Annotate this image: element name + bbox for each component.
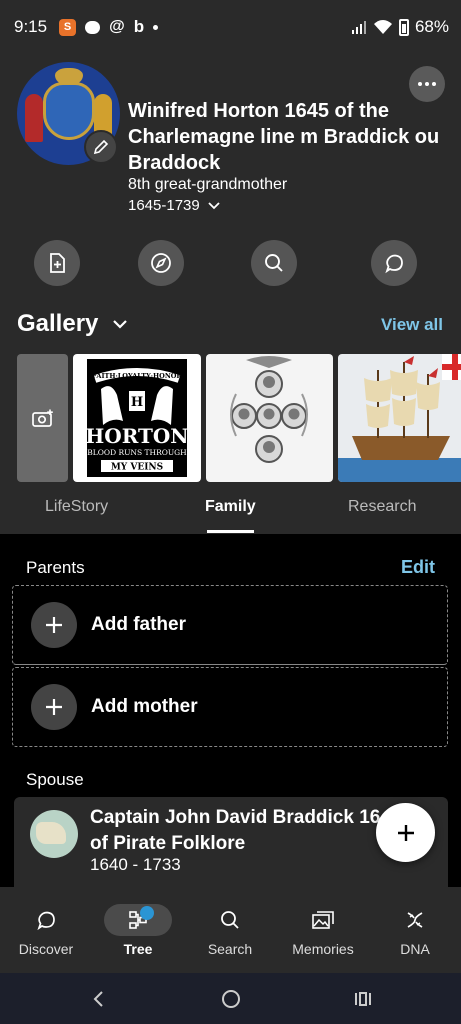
gallery-photo-portraits[interactable] (206, 354, 333, 482)
chat-notification-icon (85, 20, 101, 34)
add-mother-label: Add mother (91, 696, 198, 717)
spouse-heading: Spouse (26, 770, 84, 789)
nav-search-label: Search (207, 941, 253, 957)
status-bar: 9:15 S @ b 68% (0, 0, 461, 54)
profile-tabs: LifeStory Family Research (0, 494, 461, 534)
bing-notification-icon: b (133, 17, 145, 36)
search-records-button[interactable] (251, 240, 297, 286)
add-record-button[interactable] (34, 240, 80, 286)
horton-tagline-1: BLOOD RUNS THROUGH (87, 448, 187, 457)
tab-family[interactable]: Family (205, 498, 256, 516)
dot-icon (432, 82, 436, 86)
ship-image (338, 354, 461, 482)
gallery-photo-ship[interactable] (338, 354, 461, 482)
discover-icon (37, 911, 55, 931)
spouse-avatar (30, 810, 78, 858)
add-document-icon (50, 253, 65, 273)
system-home-button[interactable] (216, 987, 246, 1011)
nav-dna-label: DNA (400, 941, 430, 957)
comment-icon (385, 254, 403, 274)
home-circle-icon (222, 990, 240, 1008)
plus-icon (397, 824, 414, 841)
gallery-strip[interactable]: FAITH·LOYALTY·HONOR H HORTON BLOOD RUNS … (17, 354, 461, 482)
search-icon (221, 911, 239, 929)
system-recents-button[interactable] (348, 987, 378, 1011)
pencil-icon (93, 139, 109, 155)
chevron-down-icon (208, 201, 220, 209)
view-all-link[interactable]: View all (381, 315, 443, 335)
app-notification-icon: S (59, 18, 77, 36)
back-chevron-icon (93, 991, 103, 1007)
notification-dot (140, 906, 154, 920)
nav-tree[interactable]: Tree (92, 887, 184, 973)
add-father-button[interactable]: Add father (12, 585, 448, 665)
relationship-label: 8th great-grandmother (128, 176, 288, 193)
battery-icon (398, 18, 409, 36)
gallery-title-text: Gallery (17, 310, 99, 337)
lifespan-text: 1645-1739 (128, 197, 200, 214)
add-family-member-fab[interactable] (376, 803, 435, 862)
nav-memories-label: Memories (292, 941, 354, 957)
edit-parents-link[interactable]: Edit (401, 557, 435, 578)
add-photo-tile[interactable] (17, 354, 68, 482)
horton-surname: HORTON (87, 424, 187, 448)
nav-tree-label: Tree (123, 941, 153, 957)
tab-lifestory[interactable]: LifeStory (45, 498, 108, 516)
add-mother-button[interactable]: Add mother (12, 667, 448, 747)
horton-motto: FAITH·LOYALTY·HONOR (92, 372, 182, 380)
lifespan-dropdown[interactable]: 1645-1739 (128, 197, 220, 214)
nav-dna[interactable]: DNA (369, 887, 461, 973)
spouse-dates: 1640 - 1733 (90, 855, 181, 874)
nav-discover-label: Discover (18, 941, 74, 957)
dna-icon (407, 912, 423, 928)
recents-icon (355, 992, 371, 1006)
person-name: Winifred Horton 1645 of the Charlemagne … (128, 100, 440, 174)
spouse-name-line1: Captain John David Braddick 16 (90, 807, 381, 828)
profile-header: Winifred Horton 1645 of the Charlemagne … (0, 54, 461, 534)
avatar-figure-left (25, 94, 43, 142)
horton-tagline-2: MY VEINS (111, 463, 163, 473)
system-back-button[interactable] (83, 987, 113, 1011)
nav-memories[interactable]: Memories (277, 887, 369, 973)
dot-icon (418, 82, 422, 86)
more-notifications-icon (153, 24, 159, 30)
system-navigation-bar (0, 973, 461, 1024)
add-photo-icon (31, 409, 53, 427)
threads-notification-icon: @ (109, 18, 125, 35)
comments-button[interactable] (371, 240, 417, 286)
horton-crest-letter: H (131, 395, 143, 410)
explore-button[interactable] (138, 240, 184, 286)
status-time: 9:15 (14, 17, 48, 36)
quick-actions (0, 240, 461, 286)
parents-heading: Parents (26, 558, 85, 577)
add-father-label: Add father (91, 614, 186, 635)
dot-icon (425, 82, 429, 86)
chevron-down-icon (113, 320, 128, 329)
nav-search[interactable]: Search (184, 887, 276, 973)
active-tab-indicator (207, 530, 254, 533)
spouse-name: Captain John David Braddick 16 of Pirate… (90, 805, 390, 857)
nav-discover[interactable]: Discover (0, 887, 92, 973)
gallery-title[interactable]: Gallery (17, 310, 128, 338)
more-options-button[interactable] (409, 66, 445, 102)
compass-icon (151, 253, 171, 273)
horton-crest-image: FAITH·LOYALTY·HONOR H HORTON BLOOD RUNS … (85, 368, 189, 473)
portraits-image (230, 356, 308, 463)
search-icon (265, 254, 283, 272)
gallery-photo-horton[interactable]: FAITH·LOYALTY·HONOR H HORTON BLOOD RUNS … (73, 354, 201, 482)
bottom-navigation: Discover Tree Search Memories DNA (0, 887, 461, 973)
avatar-seal (43, 82, 95, 140)
battery-level: 68% (414, 17, 449, 36)
tab-research[interactable]: Research (348, 498, 416, 516)
plus-icon (31, 684, 77, 730)
spouse-name-line2: of Pirate Folklore (90, 833, 246, 854)
plus-icon (31, 602, 77, 648)
signal-icon (351, 21, 366, 34)
edit-photo-button[interactable] (84, 130, 118, 164)
avatar-eagle (55, 68, 83, 84)
wifi-icon (373, 20, 392, 34)
memories-icon (312, 911, 334, 929)
